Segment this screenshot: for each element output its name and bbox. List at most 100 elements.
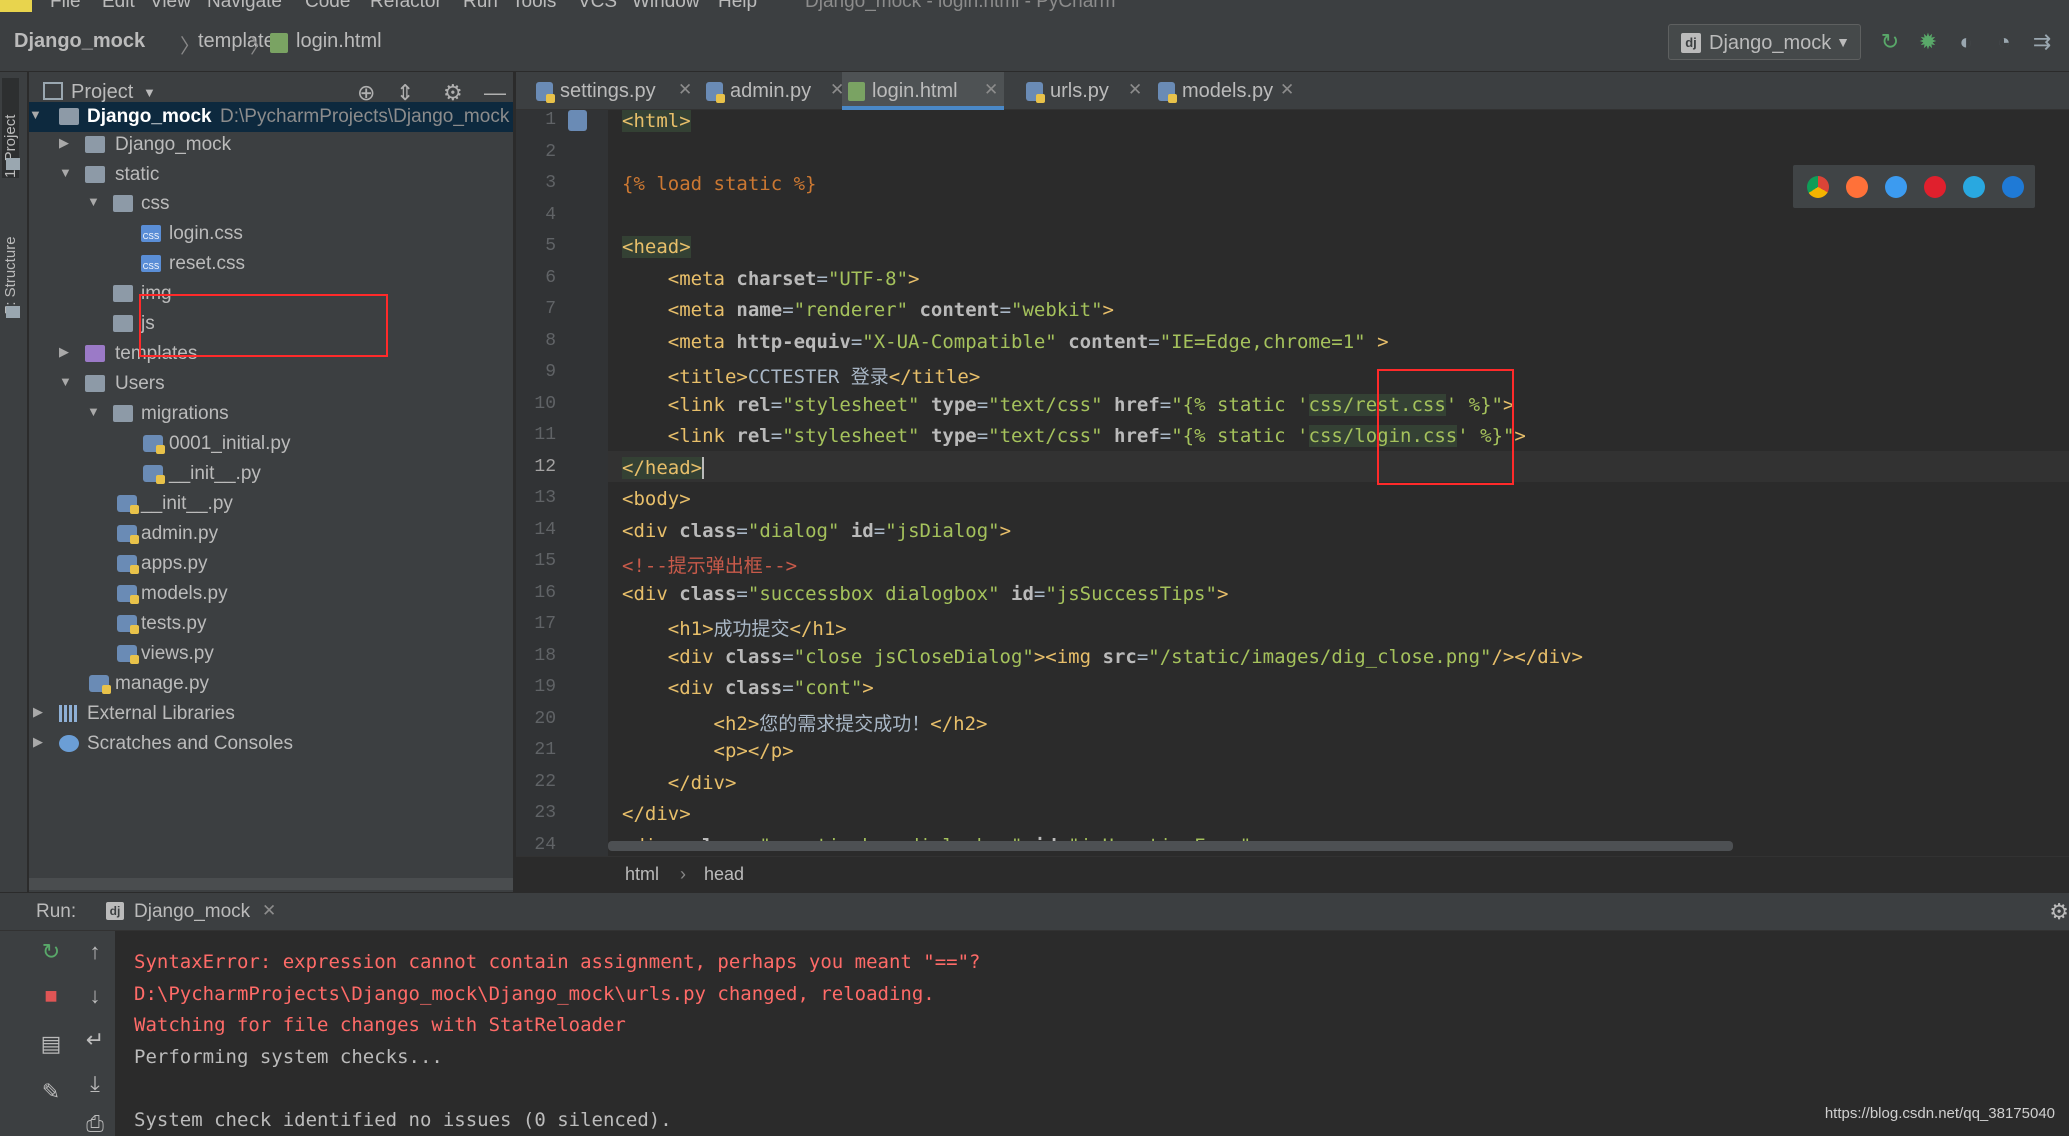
code-token: <h1>: [667, 618, 714, 640]
breadcrumb-separator: ›: [680, 864, 686, 884]
code-token: "text/css": [988, 425, 1103, 447]
scroll-to-end-icon[interactable]: ⤓: [80, 1071, 110, 1097]
tree-item-migrations[interactable]: ▼ migrations: [29, 399, 513, 429]
folder-icon: [59, 108, 79, 125]
project-panel: Project ▼ ⊕ ⇕ ⚙ — ▼ Django_mock D:\Pycha…: [29, 72, 513, 892]
breadcrumb-project[interactable]: Django_mock: [14, 30, 145, 53]
horizontal-scrollbar[interactable]: [608, 841, 1733, 851]
menu-run[interactable]: Run: [463, 0, 498, 13]
chrome-icon[interactable]: [1807, 176, 1829, 198]
tree-item-views[interactable]: views.py: [29, 639, 513, 669]
tree-item-label: reset.css: [169, 253, 246, 274]
layout-icon[interactable]: ▤: [36, 1031, 66, 1057]
close-icon[interactable]: ✕: [984, 80, 998, 100]
line-number: 19: [534, 677, 556, 697]
soft-wrap-icon[interactable]: ↵: [80, 1027, 110, 1053]
tree-item-static[interactable]: ▼ static: [29, 160, 513, 190]
menu-edit[interactable]: Edit: [102, 0, 135, 13]
chevron-right-icon: ▶: [33, 734, 43, 749]
breadcrumb-head[interactable]: head: [704, 864, 744, 885]
print-icon[interactable]: ⎙: [80, 1111, 110, 1136]
tab-admin-py[interactable]: admin.py ✕: [700, 72, 850, 110]
tab-urls-py[interactable]: urls.py ✕: [1020, 72, 1142, 110]
tab-structure-tool[interactable]: 7: Structure: [2, 204, 19, 314]
code-token: >: [1216, 583, 1229, 605]
profile-icon[interactable]: ◔: [1992, 30, 2016, 54]
close-icon[interactable]: ✕: [1280, 80, 1294, 100]
debug-icon[interactable]: ✹: [1916, 30, 1940, 54]
menu-view[interactable]: View: [150, 0, 191, 13]
build-icon[interactable]: ⇉: [2030, 30, 2054, 54]
tab-login-html[interactable]: login.html ✕: [842, 72, 1004, 110]
arrow-up-icon[interactable]: ↑: [80, 939, 110, 965]
coverage-icon[interactable]: ◐: [1954, 30, 1978, 54]
tab-label: urls.py: [1050, 80, 1109, 102]
code-token: class: [679, 583, 737, 605]
pin-icon[interactable]: ✎: [36, 1079, 66, 1105]
gear-icon[interactable]: ⚙: [2049, 899, 2069, 925]
menu-file[interactable]: File: [50, 0, 81, 13]
tree-item-external-libraries[interactable]: ▶ External Libraries: [29, 699, 513, 729]
horizontal-scrollbar[interactable]: [29, 878, 513, 890]
close-icon[interactable]: ✕: [678, 80, 692, 100]
edge-icon[interactable]: [2002, 176, 2024, 198]
tree-item-login-css[interactable]: CSS login.css: [29, 219, 513, 249]
tab-settings-py[interactable]: settings.py ✕: [530, 72, 692, 110]
menu-navigate[interactable]: Navigate: [207, 0, 282, 13]
close-icon[interactable]: ✕: [262, 901, 276, 921]
code-token: </div>: [622, 803, 691, 825]
breadcrumb-file[interactable]: login.html: [296, 30, 382, 53]
tree-item-django-mock[interactable]: ▶ Django_mock: [29, 130, 513, 160]
tree-item-label: __init__.py: [141, 493, 233, 514]
menu-window[interactable]: Window: [632, 0, 700, 13]
code-token: id: [850, 520, 874, 542]
tree-item-users-init[interactable]: __init__.py: [29, 489, 513, 519]
run-configuration-select[interactable]: dj Django_mock ▼: [1668, 24, 1861, 60]
code-token: type: [930, 425, 977, 447]
code-token: <!--提示弹出框-->: [622, 555, 798, 577]
tab-run-django-mock[interactable]: Django_mock: [134, 901, 250, 923]
code-token: src: [1102, 646, 1137, 668]
close-icon[interactable]: ✕: [1128, 80, 1142, 100]
rerun-icon[interactable]: ↻: [36, 939, 66, 965]
annotation-highlight-box: [139, 294, 388, 357]
line-number: 13: [534, 488, 556, 508]
menu-help[interactable]: Help: [718, 0, 757, 13]
tree-item-label: css: [141, 193, 170, 214]
arrow-down-icon[interactable]: ↓: [80, 983, 110, 1009]
tree-item-models[interactable]: models.py: [29, 579, 513, 609]
tree-item-users[interactable]: ▼ Users: [29, 369, 513, 399]
tree-item-css[interactable]: ▼ css: [29, 189, 513, 219]
tree-item-apps[interactable]: apps.py: [29, 549, 513, 579]
menu-tools[interactable]: Tools: [512, 0, 556, 13]
menu-vcs[interactable]: VCS: [578, 0, 617, 13]
safari-icon[interactable]: [1885, 176, 1907, 198]
tree-item-migrations-init[interactable]: __init__.py: [29, 459, 513, 489]
tree-item-manage[interactable]: manage.py: [29, 669, 513, 699]
menu-refactor[interactable]: Refactor: [370, 0, 442, 13]
tree-item-reset-css[interactable]: CSS reset.css: [29, 249, 513, 279]
tree-item-admin[interactable]: admin.py: [29, 519, 513, 549]
code-token: >: [1514, 425, 1526, 447]
chevron-down-icon[interactable]: ▼: [143, 85, 156, 100]
code-token: <div: [667, 677, 714, 699]
rerun-icon[interactable]: ↻: [1878, 30, 1902, 54]
tree-item-label: Django_mock: [87, 106, 212, 127]
project-view-select[interactable]: Project: [71, 81, 133, 104]
tree-item-tests[interactable]: tests.py: [29, 609, 513, 639]
firefox-icon[interactable]: [1846, 176, 1868, 198]
stop-icon[interactable]: ■: [36, 983, 66, 1009]
tree-item-0001-initial[interactable]: 0001_initial.py: [29, 429, 513, 459]
tree-item-label: models.py: [141, 583, 228, 604]
line-number: 2: [545, 142, 556, 162]
folder-icon: [85, 166, 105, 183]
breadcrumb-html[interactable]: html: [625, 864, 659, 885]
menu-code[interactable]: Code: [305, 0, 350, 13]
tree-item-scratches[interactable]: ▶ Scratches and Consoles: [29, 729, 513, 759]
opera-icon[interactable]: [1924, 176, 1946, 198]
code-token: </head>: [622, 457, 703, 479]
python-file-icon: [568, 110, 587, 131]
ie-icon[interactable]: [1963, 176, 1985, 198]
tab-models-py[interactable]: models.py ✕: [1152, 72, 1302, 110]
tree-item-root[interactable]: ▼ Django_mock D:\PycharmProjects\Django_…: [29, 102, 513, 132]
